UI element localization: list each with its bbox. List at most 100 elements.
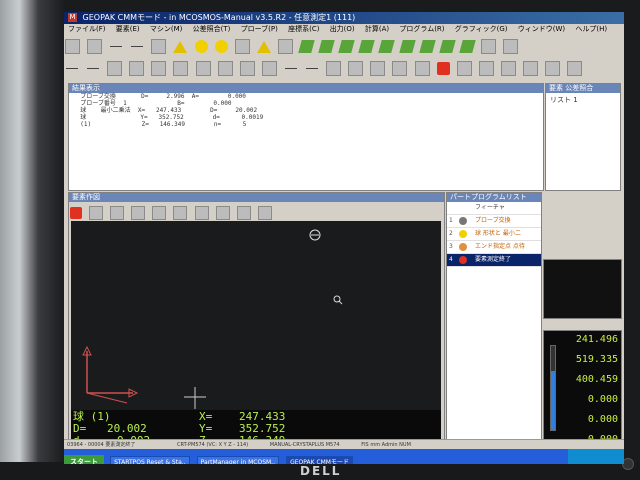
folder-icon[interactable] bbox=[478, 61, 494, 76]
monitor-bezel-top bbox=[0, 0, 640, 12]
taskbar: スタート STARTPOS Reset & Sta.. PartManager … bbox=[64, 449, 624, 464]
counter-b: 0.000 bbox=[587, 414, 618, 425]
status-units: FIS mm Admin NUM bbox=[361, 442, 411, 448]
toolbar-icon[interactable] bbox=[480, 39, 496, 54]
status-mid: CRT-PM574 (VC: X Y Z - 114) bbox=[176, 442, 249, 448]
cone-icon[interactable] bbox=[173, 40, 188, 53]
line-icon[interactable] bbox=[306, 68, 319, 69]
plane-icon[interactable] bbox=[398, 40, 416, 53]
result-row[interactable]: 球 最小二乗法 X= 247.433 D= 20.002 bbox=[69, 107, 543, 114]
plane-icon[interactable] bbox=[459, 40, 476, 53]
view-icon[interactable] bbox=[152, 205, 167, 220]
toolbar-icon[interactable] bbox=[261, 61, 277, 76]
circle-icon[interactable] bbox=[214, 40, 228, 53]
result-row[interactable]: プローブ交換 D= 2.996 A= 0.000 bbox=[69, 93, 543, 100]
step-number: 2 bbox=[449, 230, 453, 237]
taskbar-item[interactable]: STARTPOS Reset & Sta.. bbox=[110, 456, 190, 464]
toolbar-icon[interactable] bbox=[129, 61, 145, 76]
menu-element[interactable]: 要素(E) bbox=[116, 25, 140, 33]
toolbar-icon[interactable] bbox=[348, 61, 364, 76]
toolbar-icon[interactable] bbox=[151, 39, 167, 54]
stop-icon[interactable] bbox=[436, 62, 450, 75]
folder-icon[interactable] bbox=[500, 61, 516, 76]
line-icon[interactable] bbox=[110, 46, 123, 47]
line-icon[interactable] bbox=[66, 68, 78, 69]
menu-program[interactable]: プログラム(R) bbox=[399, 25, 444, 33]
toolbar-icon[interactable] bbox=[173, 61, 189, 76]
system-tray bbox=[568, 449, 624, 464]
program-step[interactable]: 3 エンド指定点 点待 bbox=[447, 241, 541, 254]
zoom-icon[interactable] bbox=[89, 205, 104, 220]
toolbar-icon[interactable] bbox=[151, 61, 167, 76]
pan-icon[interactable] bbox=[110, 205, 125, 220]
menu-calc[interactable]: 計算(A) bbox=[365, 25, 389, 33]
tree-panel-title: 要素 公差照合 bbox=[546, 84, 620, 93]
view-icon[interactable] bbox=[236, 205, 251, 220]
plane-icon[interactable] bbox=[378, 40, 396, 53]
menu-window[interactable]: ウィンドウ(W) bbox=[518, 25, 565, 33]
start-button[interactable]: スタート bbox=[64, 455, 104, 464]
toolbar-icon[interactable] bbox=[234, 39, 250, 54]
graphics-panel-title: 要素作図 bbox=[69, 193, 444, 202]
plane-icon[interactable] bbox=[298, 40, 315, 53]
plane-icon[interactable] bbox=[358, 40, 376, 53]
toolbar-icon[interactable] bbox=[65, 39, 80, 54]
toolbar-icon[interactable] bbox=[195, 61, 211, 76]
view-icon[interactable] bbox=[194, 205, 209, 220]
result-row[interactable]: プローブ番号 1 B= 0.000 bbox=[69, 100, 543, 107]
menu-graphic[interactable]: グラフィック(G) bbox=[455, 25, 508, 33]
toolbar-icon[interactable] bbox=[326, 61, 342, 76]
toolbar-icon[interactable] bbox=[414, 61, 430, 76]
triangle-icon[interactable] bbox=[256, 40, 271, 53]
menu-output[interactable]: 出力(O) bbox=[330, 25, 355, 33]
step-label: エンド指定点 点待 bbox=[475, 243, 525, 250]
taskbar-item-active[interactable]: GEOPAK CMMモード bbox=[286, 456, 353, 464]
taskbar-item[interactable]: PartManager in MCOSM.. bbox=[196, 456, 279, 464]
toolbar-icon[interactable] bbox=[456, 61, 472, 76]
toolbar-icon[interactable] bbox=[522, 61, 538, 76]
toolbar-icon[interactable] bbox=[107, 61, 123, 76]
toolbar-icon[interactable] bbox=[392, 61, 408, 76]
toolbar-icon[interactable] bbox=[370, 61, 386, 76]
view-icon[interactable] bbox=[257, 205, 272, 220]
view-icon[interactable] bbox=[173, 205, 188, 220]
probe-icon bbox=[459, 217, 467, 225]
rotate-icon[interactable] bbox=[131, 205, 146, 220]
line-icon[interactable] bbox=[284, 68, 297, 69]
plane-icon[interactable] bbox=[418, 40, 436, 53]
results-panel: 結果表示 プローブ交換 D= 2.996 A= 0.000 プローブ番号 1 B… bbox=[68, 83, 544, 191]
line-icon[interactable] bbox=[131, 46, 144, 47]
program-step[interactable]: 2 球 形状と 最小二 bbox=[447, 228, 541, 241]
toolbar-icon[interactable] bbox=[87, 39, 103, 54]
app-screen: M GEOPAK CMMモード - in MCOSMOS-Manual v3.5… bbox=[64, 12, 624, 464]
app-logo-icon: M bbox=[68, 13, 77, 22]
menu-tolerance[interactable]: 公差照合(T) bbox=[193, 25, 231, 33]
result-row[interactable]: 球 Y= 352.752 d= 0.0019 bbox=[69, 114, 543, 121]
toolbar-icon[interactable] bbox=[545, 61, 561, 76]
toolbar-icon[interactable] bbox=[567, 61, 583, 76]
program-step[interactable]: 1 プローブ交換 bbox=[447, 215, 541, 228]
toolbar-icon[interactable] bbox=[502, 39, 518, 54]
plane-icon[interactable] bbox=[338, 40, 355, 53]
plane-icon[interactable] bbox=[438, 40, 456, 53]
tree-item[interactable]: リスト 1 bbox=[546, 93, 620, 107]
result-row[interactable]: (1) Z= 146.349 n= 5 bbox=[69, 121, 543, 128]
toolbar-icon[interactable] bbox=[277, 39, 293, 54]
graphics-canvas[interactable] bbox=[71, 221, 441, 410]
menu-probe[interactable]: プローブ(P) bbox=[241, 25, 278, 33]
coordinate-counter: 241.496 519.335 400.459 0.000 0.000 0.00… bbox=[543, 330, 622, 456]
menu-machine[interactable]: マシン(M) bbox=[150, 25, 183, 33]
plane-icon[interactable] bbox=[318, 40, 335, 53]
menu-coordinate[interactable]: 座標系(C) bbox=[288, 25, 319, 33]
program-step-active[interactable]: 4 要素測定終了 bbox=[447, 254, 541, 267]
line-icon[interactable] bbox=[87, 68, 100, 69]
sphere-icon[interactable] bbox=[194, 40, 208, 53]
toolbar-icon[interactable] bbox=[217, 61, 233, 76]
part-program-title: パートプログラムリスト bbox=[447, 193, 541, 202]
delete-icon[interactable] bbox=[70, 206, 82, 219]
step-label: 要素測定終了 bbox=[475, 256, 512, 263]
menu-help[interactable]: ヘルプ(H) bbox=[575, 25, 607, 33]
toolbar-icon[interactable] bbox=[239, 61, 255, 76]
menu-file[interactable]: ファイル(F) bbox=[68, 25, 106, 33]
view-icon[interactable] bbox=[215, 205, 230, 220]
